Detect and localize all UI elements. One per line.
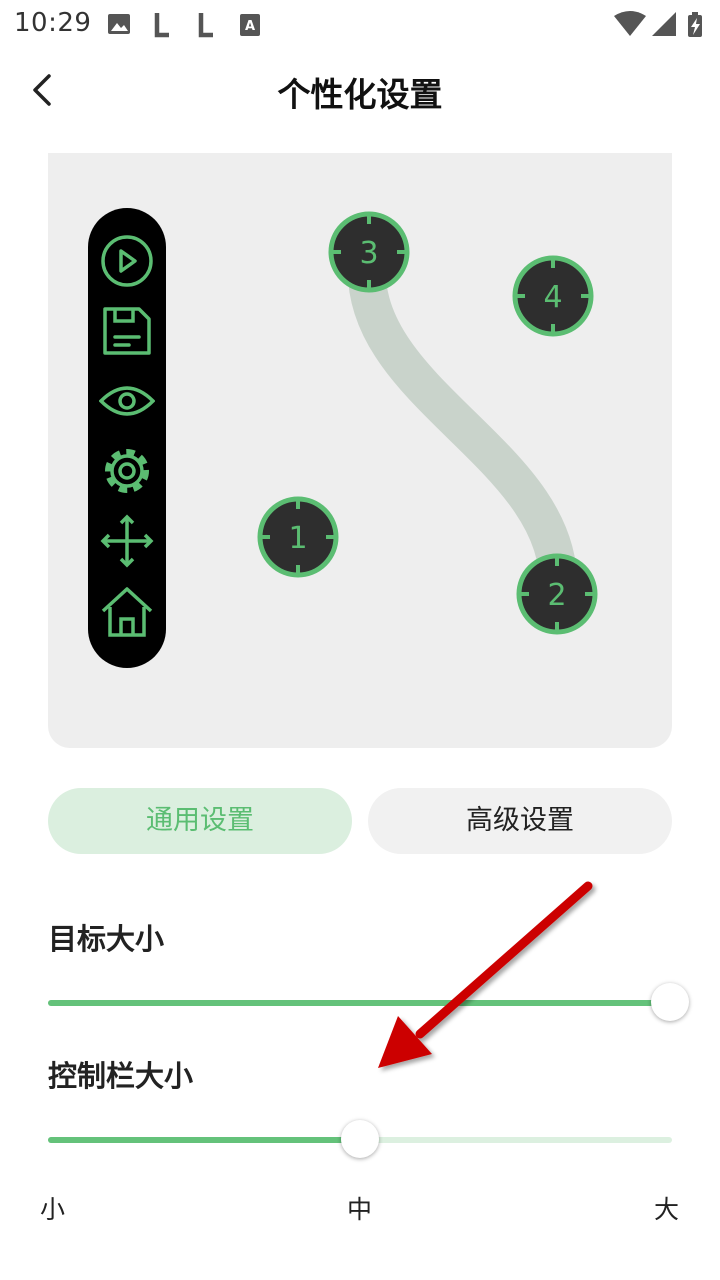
image-icon [108,14,130,34]
scale-label-small: 小 [40,1195,66,1224]
slider-fill [48,1000,672,1006]
tab-advanced-settings[interactable]: 高级设置 [368,788,672,854]
battery-charging-icon [688,12,702,37]
targets-layer: 1 2 3 4 [257,211,598,635]
tab-general-settings[interactable]: 通用设置 [48,788,352,854]
target-1[interactable]: 1 [257,496,339,578]
slider-thumb[interactable] [651,983,689,1021]
target-label: 2 [547,578,566,613]
status-right-icons [612,10,708,44]
target-3[interactable]: 3 [328,211,410,293]
wifi-icon [614,11,646,36]
target-label: 1 [288,521,307,556]
settings-tabs: 通用设置 高级设置 [48,788,672,854]
target-label: 4 [543,280,562,315]
target-size-slider[interactable] [48,983,689,1023]
a-icon: A [240,14,260,36]
status-time: 10:29 [14,8,92,38]
scale-label-large: 大 [654,1195,680,1224]
preview-area: 1 2 3 4 [48,153,672,748]
control-bar-size-label: 控制栏大小 [48,1059,194,1093]
control-bar-size-slider[interactable] [48,1120,672,1160]
l-icon [198,13,213,38]
signal-icon [652,12,676,36]
target-label: 3 [359,236,378,271]
slider-fill [48,1137,360,1143]
target-size-label: 目标大小 [48,922,165,956]
status-left-icons: A [106,10,266,44]
slider-thumb[interactable] [341,1120,379,1158]
target-2[interactable]: 2 [516,553,598,635]
scale-label-medium: 中 [347,1195,373,1224]
target-4[interactable]: 4 [512,255,594,337]
status-bar: 10:29 A [0,0,720,50]
page-title: 个性化设置 [277,75,443,114]
header: 个性化设置 [0,50,720,132]
l-icon [154,13,169,38]
svg-text:A: A [245,19,255,34]
